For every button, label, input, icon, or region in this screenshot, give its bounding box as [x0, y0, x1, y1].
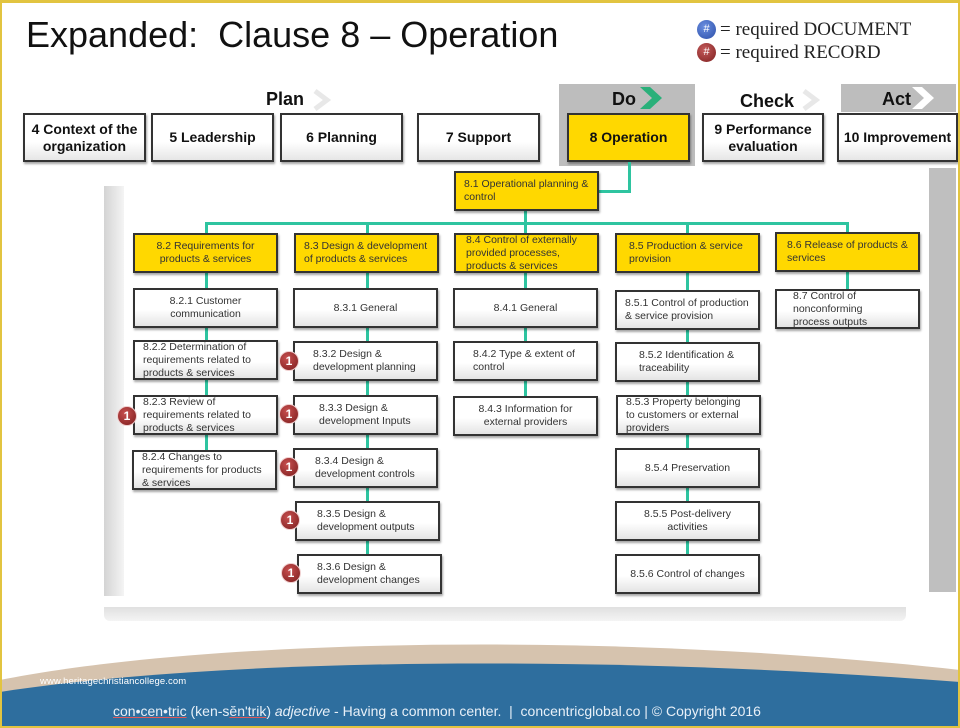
footer-pron-pre: (ken-s: [186, 703, 230, 719]
clause-8-operation[interactable]: 8 Operation: [567, 113, 690, 162]
document-badge-icon: #: [697, 20, 716, 39]
legend-document: # = required DOCUMENT: [697, 18, 911, 41]
node-8-3-4[interactable]: 8.3.4 Design & development controls: [293, 448, 438, 488]
footer-pos: adjective: [274, 703, 331, 719]
record-badge: 1: [280, 510, 300, 530]
act-chevron-icon: [912, 87, 934, 109]
node-8-3-2[interactable]: 8.3.2 Design & development planning: [293, 341, 438, 381]
pdca-check: Check: [740, 91, 795, 111]
do-chevron-icon: [640, 87, 662, 109]
pdca-do: Do: [612, 89, 636, 109]
record-badge: 1: [279, 351, 299, 371]
node-8-4[interactable]: 8.4 Control of externally provided proce…: [454, 233, 599, 273]
footer-rest: - Having a common center. | concentricgl…: [330, 703, 761, 719]
record-badge: 1: [117, 406, 137, 426]
pdca-act: Act: [882, 89, 912, 109]
node-8-3[interactable]: 8.3 Design & development of products & s…: [294, 233, 439, 273]
node-8-5-3[interactable]: 8.5.3 Property belonging to customers or…: [616, 395, 761, 435]
record-badge: 1: [279, 457, 299, 477]
node-8-5-6[interactable]: 8.5.6 Control of changes: [615, 554, 760, 594]
panel-shadow: [104, 186, 124, 596]
node-8-2-4[interactable]: 8.2.4 Changes to requirements for produc…: [132, 450, 277, 490]
legend: # = required DOCUMENT # = required RECOR…: [697, 18, 911, 64]
connector: [598, 190, 631, 193]
clause-6-planning[interactable]: 6 Planning: [280, 113, 403, 162]
clause-4-context[interactable]: 4 Context of the organization: [23, 113, 146, 162]
node-8-7[interactable]: 8.7 Control of nonconforming process out…: [775, 289, 920, 329]
node-8-3-5[interactable]: 8.3.5 Design & development outputs: [295, 501, 440, 541]
legend-record: # = required RECORD: [697, 41, 911, 64]
node-8-5-2[interactable]: 8.5.2 Identification & traceability: [615, 342, 760, 382]
clause-9-performance[interactable]: 9 Performance evaluation: [702, 113, 824, 162]
node-8-2[interactable]: 8.2 Requirements for products & services: [133, 233, 278, 273]
node-8-3-1[interactable]: 8.3.1 General: [293, 288, 438, 328]
node-8-1[interactable]: 8.1 Operational planning & control: [454, 171, 599, 211]
node-8-6[interactable]: 8.6 Release of products & services: [775, 232, 920, 272]
legend-record-label: = required RECORD: [720, 42, 881, 63]
clause-10-improvement[interactable]: 10 Improvement: [837, 113, 958, 162]
node-8-4-2[interactable]: 8.4.2 Type & extent of control: [453, 341, 598, 381]
connector: [205, 222, 849, 225]
node-8-5-4[interactable]: 8.5.4 Preservation: [615, 448, 760, 488]
footer-word: con•cen•tric: [113, 703, 187, 719]
clause-7-support[interactable]: 7 Support: [417, 113, 540, 162]
clause-5-leadership[interactable]: 5 Leadership: [151, 113, 274, 162]
node-8-3-6[interactable]: 8.3.6 Design & development changes: [297, 554, 442, 594]
legend-document-label: = required DOCUMENT: [720, 19, 912, 40]
record-badge: 1: [281, 563, 301, 583]
plan-chevron-icon: [313, 89, 332, 111]
node-8-4-3[interactable]: 8.4.3 Information for external providers: [453, 396, 598, 436]
watermark: www.heritagechristiancollege.com: [40, 676, 187, 687]
record-badge: 1: [279, 404, 299, 424]
panel-side-bar: [929, 168, 956, 592]
node-8-5-5[interactable]: 8.5.5 Post-delivery activities: [615, 501, 760, 541]
node-8-3-3[interactable]: 8.3.3 Design & development Inputs: [293, 395, 438, 435]
page-title: Expanded: Clause 8 – Operation: [26, 14, 559, 55]
footer-tagline: con•cen•tric (ken-sĕn'trik) adjective - …: [113, 703, 761, 719]
footer-pron: ĕn'trik: [229, 703, 267, 719]
footer-pron-post: ): [266, 703, 275, 719]
connector: [628, 162, 631, 192]
node-8-5-1[interactable]: 8.5.1 Control of production & service pr…: [615, 290, 760, 330]
node-8-2-1[interactable]: 8.2.1 Customer communication: [133, 288, 278, 328]
panel-shadow-bottom: [104, 607, 906, 621]
check-chevron-icon: [802, 89, 821, 111]
record-badge-icon: #: [697, 43, 716, 62]
node-8-2-3[interactable]: 8.2.3 Review of requirements related to …: [133, 395, 278, 435]
node-8-4-1[interactable]: 8.4.1 General: [453, 288, 598, 328]
node-8-5[interactable]: 8.5 Production & service provision: [615, 233, 760, 273]
pdca-plan: Plan: [266, 89, 305, 109]
node-8-2-2[interactable]: 8.2.2 Determination of requirements rela…: [133, 340, 278, 380]
